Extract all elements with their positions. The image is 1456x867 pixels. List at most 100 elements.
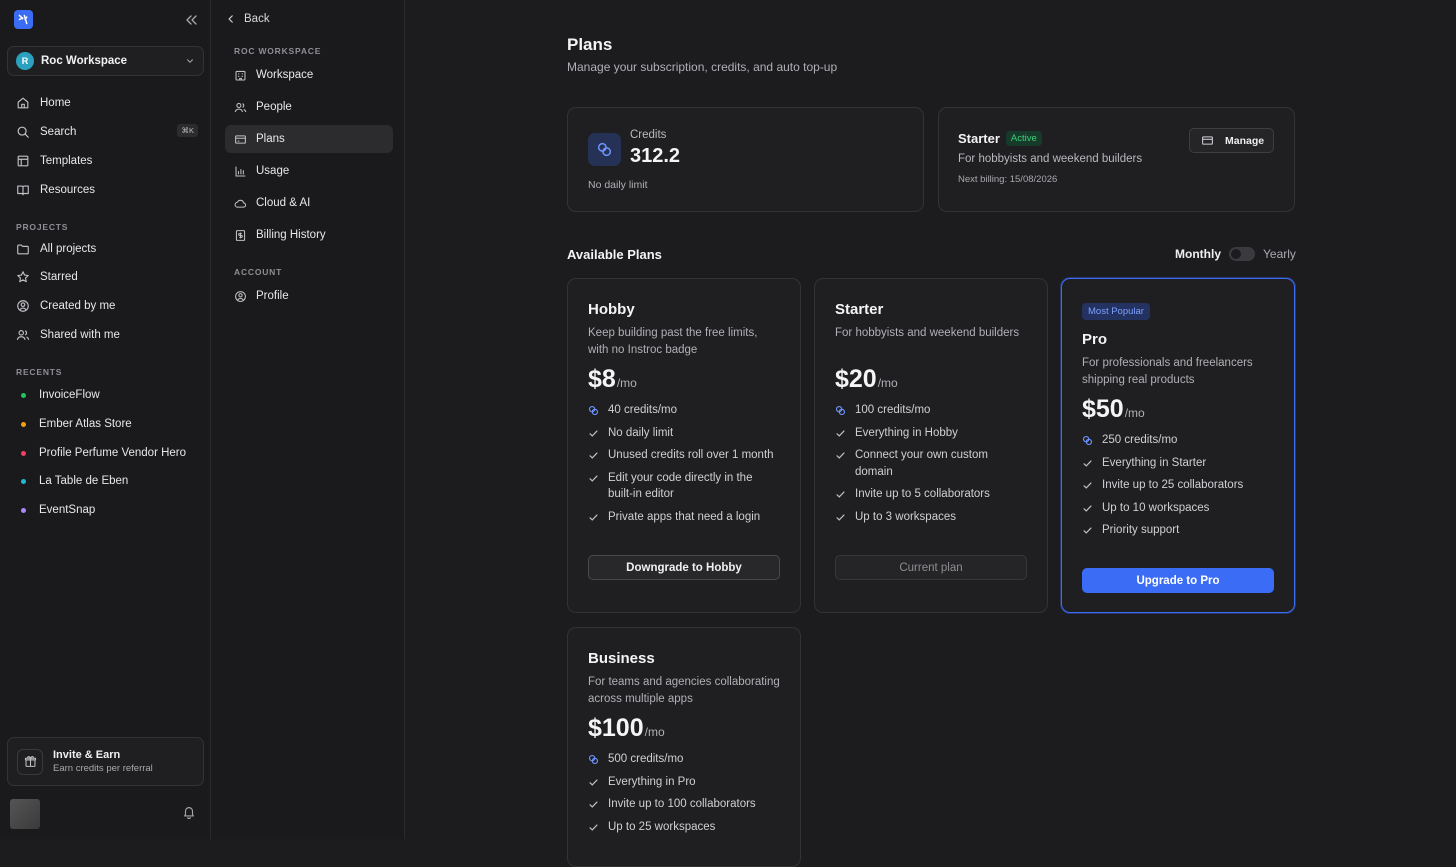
available-plans-heading: Available Plans — [567, 247, 662, 262]
check-icon — [836, 513, 845, 521]
downgrade-to-hobby-button[interactable]: Downgrade to Hobby — [588, 555, 780, 580]
sidebar-item-all-projects[interactable]: All projects — [10, 237, 202, 261]
settings-item-label: Plans — [256, 133, 285, 145]
settings-item-profile[interactable]: Profile — [225, 282, 393, 310]
invite-and-earn-card[interactable]: Invite & Earn Earn credits per referral — [7, 737, 204, 786]
credits-card: Credits 312.2 No daily limit — [567, 107, 924, 212]
collapse-sidebar-icon[interactable] — [183, 12, 199, 28]
settings-item-label: Usage — [256, 165, 290, 177]
plan-price: $8 — [588, 365, 616, 393]
plan-feature-text: Unused credits roll over 1 month — [608, 449, 774, 461]
settings-item-label: People — [256, 101, 292, 113]
page-subtitle: Manage your subscription, credits, and a… — [567, 60, 838, 74]
sidebar-item-resources[interactable]: Resources — [10, 178, 202, 202]
workspace-switcher[interactable]: R Roc Workspace — [7, 46, 204, 76]
check-icon — [589, 801, 598, 808]
plan-feature-text: Invite up to 5 collaborators — [855, 488, 990, 500]
status-badge: Active — [1005, 131, 1042, 146]
plan-name: Hobby — [588, 301, 635, 318]
workspace-avatar: R — [16, 52, 34, 70]
recent-project-item[interactable]: La Table de Eben — [10, 469, 202, 493]
most-popular-badge: Most Popular — [1082, 303, 1150, 320]
settings-item-people[interactable]: People — [225, 93, 393, 121]
sidebar-item-search[interactable]: Search ⌘K — [10, 120, 202, 144]
receipt-icon — [235, 229, 246, 241]
sidebar-item-label: Created by me — [40, 300, 116, 312]
credits-label: Credits — [630, 129, 667, 141]
sidebar-item-templates[interactable]: Templates — [10, 149, 202, 173]
settings-item-label: Billing History — [256, 229, 326, 241]
check-icon — [1083, 459, 1092, 467]
recent-project-item[interactable]: Profile Perfume Vendor Hero — [10, 441, 202, 465]
recent-project-label: Profile Perfume Vendor Hero — [39, 447, 187, 459]
people-icon — [234, 102, 247, 112]
plan-feature-text: Up to 3 workspaces — [855, 510, 956, 523]
upgrade-to-pro-button[interactable]: Upgrade to Pro — [1082, 568, 1274, 593]
bell-icon[interactable] — [182, 805, 196, 819]
cloud-icon — [234, 199, 247, 208]
settings-item-plans[interactable]: Plans — [225, 125, 393, 153]
back-button[interactable]: Back — [226, 13, 270, 25]
current-plan-title: Starter Active — [958, 130, 1042, 148]
check-icon — [836, 429, 845, 437]
plan-feature: 100 credits/mo — [835, 402, 1027, 419]
sidebar-item-label: Resources — [40, 184, 95, 196]
settings-item-workspace[interactable]: Workspace — [225, 61, 393, 89]
plan-feature: Everything in Pro — [588, 774, 780, 791]
recent-project-item[interactable]: InvoiceFlow — [10, 383, 202, 407]
recent-project-label: Ember Atlas Store — [39, 418, 132, 430]
billing-toggle-switch[interactable] — [1229, 247, 1255, 261]
project-color-dot — [21, 507, 26, 513]
sidebar-item-label: Templates — [40, 155, 93, 167]
settings-item-label: Workspace — [256, 69, 314, 81]
check-icon — [1083, 504, 1092, 512]
plan-feature-text: Everything in Starter — [1102, 456, 1207, 469]
sidebar-item-starred[interactable]: Starred — [10, 265, 202, 289]
monthly-label[interactable]: Monthly — [1175, 247, 1221, 261]
plan-feature: Private apps that need a login — [588, 509, 780, 526]
recent-project-label: La Table de Eben — [39, 475, 129, 487]
plan-card-pro: Most Popular Pro For professionals and f… — [1061, 278, 1295, 613]
plan-feature: Priority support — [1082, 522, 1274, 539]
plan-feature: 250 credits/mo — [1082, 432, 1274, 449]
current-plan-button[interactable]: Current plan — [835, 555, 1027, 580]
check-icon — [836, 491, 845, 498]
plan-credits: 500 credits/mo — [608, 753, 684, 765]
user-avatar[interactable] — [10, 799, 40, 829]
billing-period-toggle: Monthly Yearly — [1175, 247, 1296, 261]
chevron-down-icon — [187, 59, 193, 63]
app-logo-icon[interactable] — [14, 10, 33, 29]
home-icon — [17, 97, 29, 109]
credits-icon — [588, 754, 599, 765]
star-icon — [17, 271, 29, 283]
recent-project-item[interactable]: Ember Atlas Store — [10, 412, 202, 436]
plan-feature-text: Invite up to 25 collaborators — [1102, 479, 1244, 491]
shortcut-badge: ⌘K — [177, 124, 198, 137]
bar-chart-icon — [235, 166, 246, 176]
building-icon — [235, 70, 246, 80]
card-icon — [235, 134, 246, 144]
account-heading: ACCOUNT — [234, 267, 283, 277]
plan-credits: 40 credits/mo — [608, 404, 678, 416]
settings-item-billing-history[interactable]: Billing History — [225, 221, 393, 249]
plan-feature: 500 credits/mo — [588, 751, 780, 768]
recent-project-item[interactable]: EventSnap — [10, 498, 202, 522]
sidebar-item-shared-with-me[interactable]: Shared with me — [10, 323, 202, 347]
yearly-label[interactable]: Yearly — [1263, 247, 1296, 261]
credits-icon — [1082, 435, 1093, 446]
sidebar-item-label: Search — [40, 126, 77, 138]
plan-feature: Invite up to 25 collaborators — [1082, 477, 1274, 494]
sidebar-item-home[interactable]: Home — [10, 91, 202, 115]
settings-item-cloud-ai[interactable]: Cloud & AI — [225, 189, 393, 217]
plan-feature: Up to 25 workspaces — [588, 819, 780, 836]
plan-period: /mo — [616, 376, 637, 390]
plan-feature: Invite up to 100 collaborators — [588, 796, 780, 813]
sidebar-item-created-by-me[interactable]: Created by me — [10, 294, 202, 318]
plan-feature: Unused credits roll over 1 month — [588, 447, 780, 464]
plan-card-starter: Starter For hobbyists and weekend builde… — [814, 278, 1048, 613]
check-icon — [589, 429, 598, 437]
plan-feature-text: Connect your own custom domain — [855, 449, 988, 478]
manage-button[interactable]: Manage — [1189, 128, 1274, 153]
settings-item-usage[interactable]: Usage — [225, 157, 393, 185]
plan-feature-text: Up to 25 workspaces — [608, 820, 716, 833]
